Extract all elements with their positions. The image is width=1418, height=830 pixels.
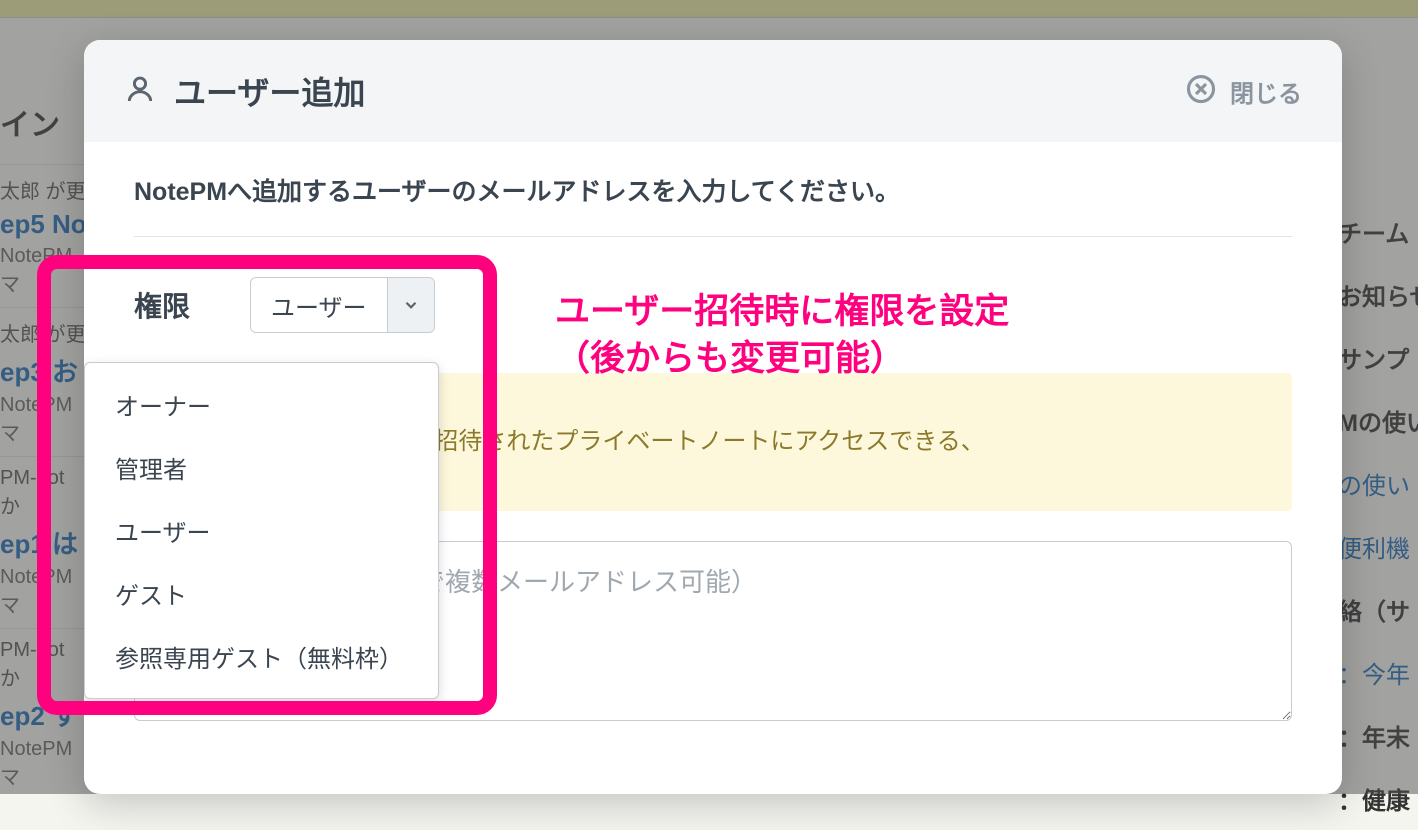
dropdown-option[interactable]: ユーザー [85,499,438,562]
dropdown-option[interactable]: 参照専用ゲスト（無料枠） [85,625,438,688]
permission-select[interactable]: ユーザー [250,277,435,333]
dropdown-option[interactable]: ゲスト [85,562,438,625]
permission-label: 権限 [134,285,190,325]
add-user-modal: ユーザー追加 閉じる NotePMへ追加するユーザーのメールアドレスを入力してく… [84,40,1342,794]
modal-body: NotePMへ追加するユーザーのメールアドレスを入力してください。 権限 ユーザ… [84,142,1342,756]
close-icon [1186,74,1216,109]
user-icon [124,73,156,110]
dropdown-option[interactable]: 管理者 [85,436,438,499]
close-label: 閉じる [1230,74,1302,109]
chevron-down-icon [387,278,434,332]
modal-title: ユーザー追加 [174,68,365,114]
divider [134,236,1292,237]
modal-header: ユーザー追加 閉じる [84,40,1342,142]
modal-title-wrap: ユーザー追加 [124,68,365,114]
permission-row: 権限 ユーザー [134,277,1292,333]
instruction-text: NotePMへ追加するユーザーのメールアドレスを入力してください。 [134,172,1292,208]
dropdown-option[interactable]: オーナー [85,373,438,436]
permission-dropdown: オーナー管理者ユーザーゲスト参照専用ゲスト（無料枠） [84,362,439,699]
close-button[interactable]: 閉じる [1186,74,1302,109]
permission-select-value: ユーザー [251,278,387,332]
